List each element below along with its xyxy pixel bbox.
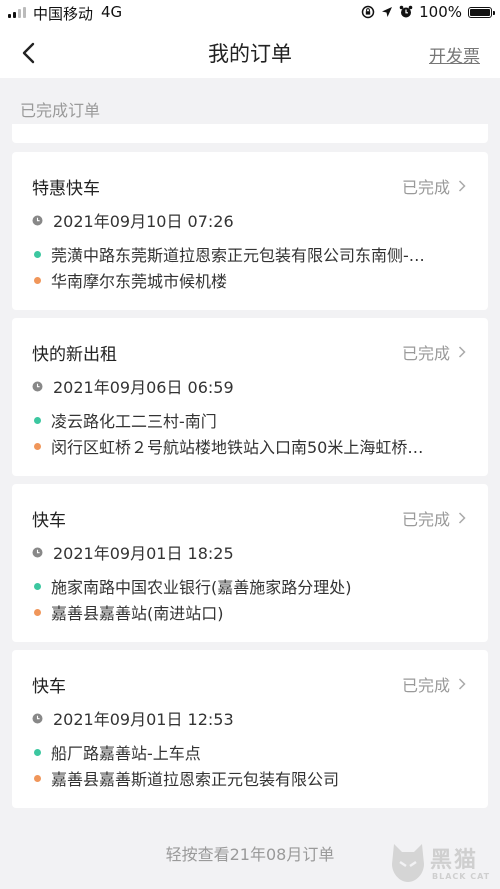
destination-row: 嘉善县嘉善站(南进站口) — [32, 600, 464, 624]
destination-row: 闵行区虹桥２号航站楼地铁站入口南50米上海虹桥… — [32, 434, 464, 458]
origin-row: 施家南路中国农业银行(嘉善施家路分理处) — [32, 574, 464, 598]
origin-dot-icon — [34, 748, 41, 756]
alarm-icon — [399, 5, 413, 18]
chevron-right-icon — [458, 346, 466, 358]
order-status: 已完成 — [402, 174, 466, 198]
watermark-subtext: BLACK CAT — [432, 872, 491, 881]
origin-dot-icon — [34, 250, 41, 258]
previous-card-edge — [12, 124, 488, 143]
destination-address: 华南摩尔东莞城市候机楼 — [51, 272, 228, 291]
clock-icon — [32, 381, 43, 391]
cat-logo-icon — [392, 844, 424, 882]
origin-address: 凌云路化工二三村-南门 — [51, 412, 217, 431]
origin-address: 施家南路中国农业银行(嘉善施家路分理处) — [51, 578, 352, 597]
clock-icon — [32, 547, 43, 557]
network-type: 4G — [101, 3, 123, 21]
order-time-row: 2021年09月10日 07:26 — [32, 208, 234, 232]
battery-icon — [468, 6, 495, 18]
origin-row: 凌云路化工二三村-南门 — [32, 408, 464, 432]
battery-percent: 100% — [419, 3, 462, 21]
status-right: 100% — [361, 3, 495, 21]
destination-dot-icon — [34, 276, 41, 284]
destination-row: 嘉善县嘉善斯道拉恩索正元包装有限公司 — [32, 766, 464, 790]
order-type: 快车 — [32, 511, 66, 531]
order-status: 已完成 — [402, 340, 466, 364]
status-label: 已完成 — [401, 178, 450, 197]
order-time: 2021年09月10日 07:26 — [53, 212, 234, 231]
clock-icon — [32, 713, 43, 723]
signal-strength-icon — [8, 7, 26, 18]
black-cat-watermark: 黑猫 BLACK CAT — [386, 840, 498, 886]
order-card[interactable]: 快车 已完成 2021年09月01日 12:53 船厂路嘉善站-上车点 嘉善县嘉… — [12, 650, 488, 808]
order-time: 2021年09月06日 06:59 — [53, 378, 234, 397]
section-label: 已完成订单 — [20, 101, 101, 120]
destination-dot-icon — [34, 442, 41, 450]
order-status: 已完成 — [402, 506, 466, 530]
page-title: 我的订单 — [208, 42, 292, 66]
status-label: 已完成 — [401, 676, 450, 695]
location-arrow-icon — [382, 7, 393, 17]
screen-lock-icon — [361, 5, 375, 19]
status-label: 已完成 — [401, 344, 450, 363]
origin-row: 莞潢中路东莞斯道拉恩索正元包装有限公司东南侧-… — [32, 242, 464, 266]
origin-row: 船厂路嘉善站-上车点 — [32, 740, 464, 764]
chevron-right-icon — [458, 180, 466, 192]
order-time: 2021年09月01日 12:53 — [53, 710, 234, 729]
order-time-row: 2021年09月01日 18:25 — [32, 540, 234, 564]
chevron-right-icon — [458, 512, 466, 524]
destination-address: 闵行区虹桥２号航站楼地铁站入口南50米上海虹桥… — [51, 438, 424, 457]
destination-address: 嘉善县嘉善站(南进站口) — [51, 604, 224, 623]
destination-row: 华南摩尔东莞城市候机楼 — [32, 268, 464, 292]
destination-dot-icon — [34, 774, 41, 782]
status-bar: 中国移动 4G 100% — [0, 0, 500, 26]
origin-dot-icon — [34, 582, 41, 590]
destination-dot-icon — [34, 608, 41, 616]
nav-bar: 我的订单 开发票 — [0, 26, 500, 78]
order-type: 快的新出租 — [32, 345, 117, 365]
destination-address: 嘉善县嘉善斯道拉恩索正元包装有限公司 — [51, 770, 340, 789]
clock-icon — [32, 215, 43, 225]
status-label: 已完成 — [401, 510, 450, 529]
order-type: 特惠快车 — [32, 179, 100, 199]
carrier-name: 中国移动 — [33, 5, 94, 23]
order-time: 2021年09月01日 18:25 — [53, 544, 234, 563]
order-status: 已完成 — [402, 672, 466, 696]
origin-address: 船厂路嘉善站-上车点 — [51, 744, 201, 763]
order-type: 快车 — [32, 677, 66, 697]
origin-address: 莞潢中路东莞斯道拉恩索正元包装有限公司东南侧-… — [51, 246, 425, 265]
order-time-row: 2021年09月01日 12:53 — [32, 706, 234, 730]
order-card[interactable]: 快车 已完成 2021年09月01日 18:25 施家南路中国农业银行(嘉善施家… — [12, 484, 488, 642]
watermark-text: 黑猫 — [430, 848, 479, 873]
order-time-row: 2021年09月06日 06:59 — [32, 374, 234, 398]
order-card[interactable]: 特惠快车 已完成 2021年09月10日 07:26 莞潢中路东莞斯道拉恩索正元… — [12, 152, 488, 310]
origin-dot-icon — [34, 416, 41, 424]
invoice-link[interactable]: 开发票 — [429, 42, 480, 67]
chevron-right-icon — [458, 678, 466, 690]
order-card[interactable]: 快的新出租 已完成 2021年09月06日 06:59 凌云路化工二三村-南门 … — [12, 318, 488, 476]
